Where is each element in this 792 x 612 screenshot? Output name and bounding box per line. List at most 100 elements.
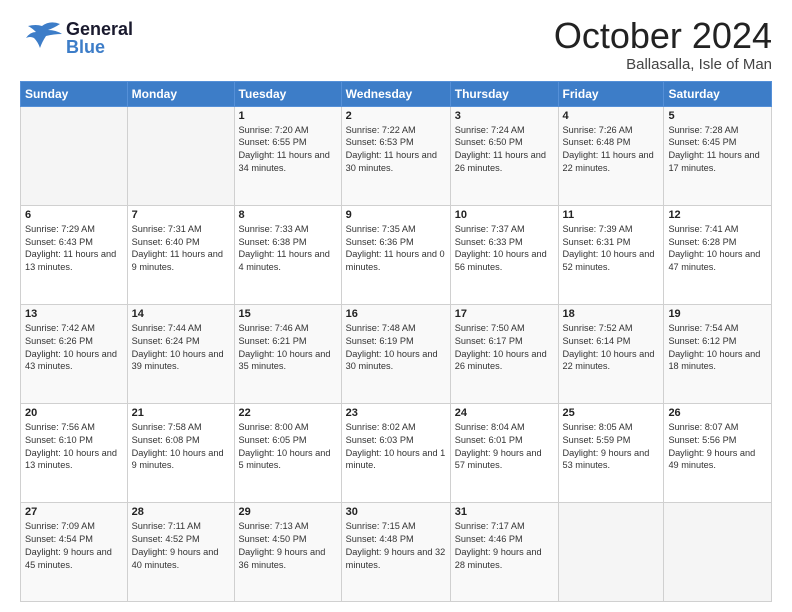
- table-row: 7 Sunrise: 7:31 AMSunset: 6:40 PMDaylight…: [127, 205, 234, 304]
- table-row: [664, 502, 772, 601]
- cell-content: Sunrise: 7:37 AMSunset: 6:33 PMDaylight:…: [455, 223, 554, 275]
- cell-date: 2: [346, 110, 446, 122]
- cell-date: 15: [239, 308, 337, 320]
- calendar-week-row: 20Sunrise: 7:56 AMSunset: 6:10 PMDayligh…: [21, 403, 772, 502]
- col-sunday: Sunday: [21, 81, 128, 106]
- cell-date: 23: [346, 407, 446, 419]
- table-row: 1Sunrise: 7:20 AMSunset: 6:55 PMDaylight…: [234, 106, 341, 205]
- cell-date: 19: [668, 308, 767, 320]
- cell-date: 6: [25, 209, 123, 221]
- calendar: Sunday Monday Tuesday Wednesday Thursday…: [20, 81, 772, 602]
- cell-content: Sunrise: 7:31 AMSunset: 6:40 PMDaylight:…: [132, 223, 230, 275]
- table-row: 5Sunrise: 7:28 AMSunset: 6:45 PMDaylight…: [664, 106, 772, 205]
- table-row: 25 Sunrise: 8:05 AMSunset: 5:59 PMDayligh…: [558, 403, 664, 502]
- cell-content: Sunrise: 7:52 AMSunset: 6:14 PMDaylight:…: [563, 322, 660, 374]
- table-row: 20Sunrise: 7:56 AMSunset: 6:10 PMDayligh…: [21, 403, 128, 502]
- cell-date: 3: [455, 110, 554, 122]
- cell-content: Sunrise: 7:50 AMSunset: 6:17 PMDaylight:…: [455, 322, 554, 374]
- cell-date: 10: [455, 209, 554, 221]
- cell-content: Sunrise: 7:44 AMSunset: 6:24 PMDaylight:…: [132, 322, 230, 374]
- table-row: 13 Sunrise: 7:42 AMSunset: 6:26 PMDayligh…: [21, 304, 128, 403]
- cell-date: 5: [668, 110, 767, 122]
- cell-content: Sunrise: 7:54 AMSunset: 6:12 PMDaylight:…: [668, 322, 767, 374]
- cell-date: 26: [668, 407, 767, 419]
- table-row: 2 Sunrise: 7:22 AMSunset: 6:53 PMDaylight…: [341, 106, 450, 205]
- cell-date: 28: [132, 506, 230, 518]
- cell-date: 1: [239, 110, 337, 122]
- cell-date: 14: [132, 308, 230, 320]
- cell-content: Sunrise: 7:46 AMSunset: 6:21 PMDaylight:…: [239, 322, 337, 374]
- table-row: 15 Sunrise: 7:46 AMSunset: 6:21 PMDayligh…: [234, 304, 341, 403]
- cell-content: Sunrise: 7:58 AMSunset: 6:08 PMDaylight:…: [132, 421, 230, 473]
- main-title: October 2024: [554, 16, 772, 56]
- cell-date: 9: [346, 209, 446, 221]
- cell-content: Sunrise: 8:02 AMSunset: 6:03 PMDaylight:…: [346, 421, 446, 473]
- table-row: 18 Sunrise: 7:52 AMSunset: 6:14 PMDayligh…: [558, 304, 664, 403]
- table-row: 30 Sunrise: 7:15 AMSunset: 4:48 PMDayligh…: [341, 502, 450, 601]
- table-row: 16 Sunrise: 7:48 AMSunset: 6:19 PMDayligh…: [341, 304, 450, 403]
- cell-content: Sunrise: 7:11 AMSunset: 4:52 PMDaylight:…: [132, 520, 230, 572]
- cell-date: 8: [239, 209, 337, 221]
- table-row: 23 Sunrise: 8:02 AMSunset: 6:03 PMDayligh…: [341, 403, 450, 502]
- cell-content: Sunrise: 8:07 AMSunset: 5:56 PMDaylight:…: [668, 421, 767, 473]
- cell-content: Sunrise: 8:05 AMSunset: 5:59 PMDaylight:…: [563, 421, 660, 473]
- subtitle: Ballasalla, Isle of Man: [554, 56, 772, 73]
- cell-content: Sunrise: 7:42 AMSunset: 6:26 PMDaylight:…: [25, 322, 123, 374]
- calendar-week-row: 1Sunrise: 7:20 AMSunset: 6:55 PMDaylight…: [21, 106, 772, 205]
- table-row: 22 Sunrise: 8:00 AMSunset: 6:05 PMDayligh…: [234, 403, 341, 502]
- cell-date: 18: [563, 308, 660, 320]
- cell-content: Sunrise: 7:35 AMSunset: 6:36 PMDaylight:…: [346, 223, 446, 275]
- col-tuesday: Tuesday: [234, 81, 341, 106]
- cell-content: Sunrise: 7:22 AMSunset: 6:53 PMDaylight:…: [346, 124, 446, 176]
- cell-date: 27: [25, 506, 123, 518]
- cell-date: 11: [563, 209, 660, 221]
- header: General Blue October 2024 Ballasalla, Is…: [20, 16, 772, 73]
- cell-content: Sunrise: 7:26 AMSunset: 6:48 PMDaylight:…: [563, 124, 660, 176]
- logo-icon: [20, 16, 64, 60]
- calendar-week-row: 6 Sunrise: 7:29 AMSunset: 6:43 PMDaylight…: [21, 205, 772, 304]
- cell-content: Sunrise: 7:13 AMSunset: 4:50 PMDaylight:…: [239, 520, 337, 572]
- cell-date: 24: [455, 407, 554, 419]
- col-thursday: Thursday: [450, 81, 558, 106]
- cell-date: 31: [455, 506, 554, 518]
- cell-date: 30: [346, 506, 446, 518]
- cell-date: 13: [25, 308, 123, 320]
- calendar-week-row: 27Sunrise: 7:09 AMSunset: 4:54 PMDayligh…: [21, 502, 772, 601]
- col-wednesday: Wednesday: [341, 81, 450, 106]
- table-row: 10 Sunrise: 7:37 AMSunset: 6:33 PMDayligh…: [450, 205, 558, 304]
- cell-content: Sunrise: 7:41 AMSunset: 6:28 PMDaylight:…: [668, 223, 767, 275]
- table-row: 17 Sunrise: 7:50 AMSunset: 6:17 PMDayligh…: [450, 304, 558, 403]
- table-row: 31Sunrise: 7:17 AMSunset: 4:46 PMDayligh…: [450, 502, 558, 601]
- table-row: [127, 106, 234, 205]
- cell-content: Sunrise: 8:00 AMSunset: 6:05 PMDaylight:…: [239, 421, 337, 473]
- table-row: [558, 502, 664, 601]
- logo-name: General Blue: [66, 20, 133, 56]
- cell-content: Sunrise: 7:15 AMSunset: 4:48 PMDaylight:…: [346, 520, 446, 572]
- table-row: 19 Sunrise: 7:54 AMSunset: 6:12 PMDayligh…: [664, 304, 772, 403]
- calendar-week-row: 13 Sunrise: 7:42 AMSunset: 6:26 PMDayligh…: [21, 304, 772, 403]
- cell-date: 20: [25, 407, 123, 419]
- table-row: 28 Sunrise: 7:11 AMSunset: 4:52 PMDayligh…: [127, 502, 234, 601]
- cell-date: 7: [132, 209, 230, 221]
- table-row: 11Sunrise: 7:39 AMSunset: 6:31 PMDayligh…: [558, 205, 664, 304]
- col-monday: Monday: [127, 81, 234, 106]
- cell-content: Sunrise: 7:29 AMSunset: 6:43 PMDaylight:…: [25, 223, 123, 275]
- logo: General Blue: [20, 16, 133, 60]
- title-block: October 2024 Ballasalla, Isle of Man: [554, 16, 772, 73]
- table-row: 9 Sunrise: 7:35 AMSunset: 6:36 PMDaylight…: [341, 205, 450, 304]
- table-row: 6 Sunrise: 7:29 AMSunset: 6:43 PMDaylight…: [21, 205, 128, 304]
- table-row: 21 Sunrise: 7:58 AMSunset: 6:08 PMDayligh…: [127, 403, 234, 502]
- cell-date: 16: [346, 308, 446, 320]
- table-row: [21, 106, 128, 205]
- cell-date: 25: [563, 407, 660, 419]
- cell-date: 21: [132, 407, 230, 419]
- cell-content: Sunrise: 7:48 AMSunset: 6:19 PMDaylight:…: [346, 322, 446, 374]
- table-row: 26 Sunrise: 8:07 AMSunset: 5:56 PMDayligh…: [664, 403, 772, 502]
- col-friday: Friday: [558, 81, 664, 106]
- calendar-header-row: Sunday Monday Tuesday Wednesday Thursday…: [21, 81, 772, 106]
- table-row: 29Sunrise: 7:13 AMSunset: 4:50 PMDayligh…: [234, 502, 341, 601]
- cell-content: Sunrise: 7:33 AMSunset: 6:38 PMDaylight:…: [239, 223, 337, 275]
- cell-date: 4: [563, 110, 660, 122]
- cell-date: 22: [239, 407, 337, 419]
- cell-date: 17: [455, 308, 554, 320]
